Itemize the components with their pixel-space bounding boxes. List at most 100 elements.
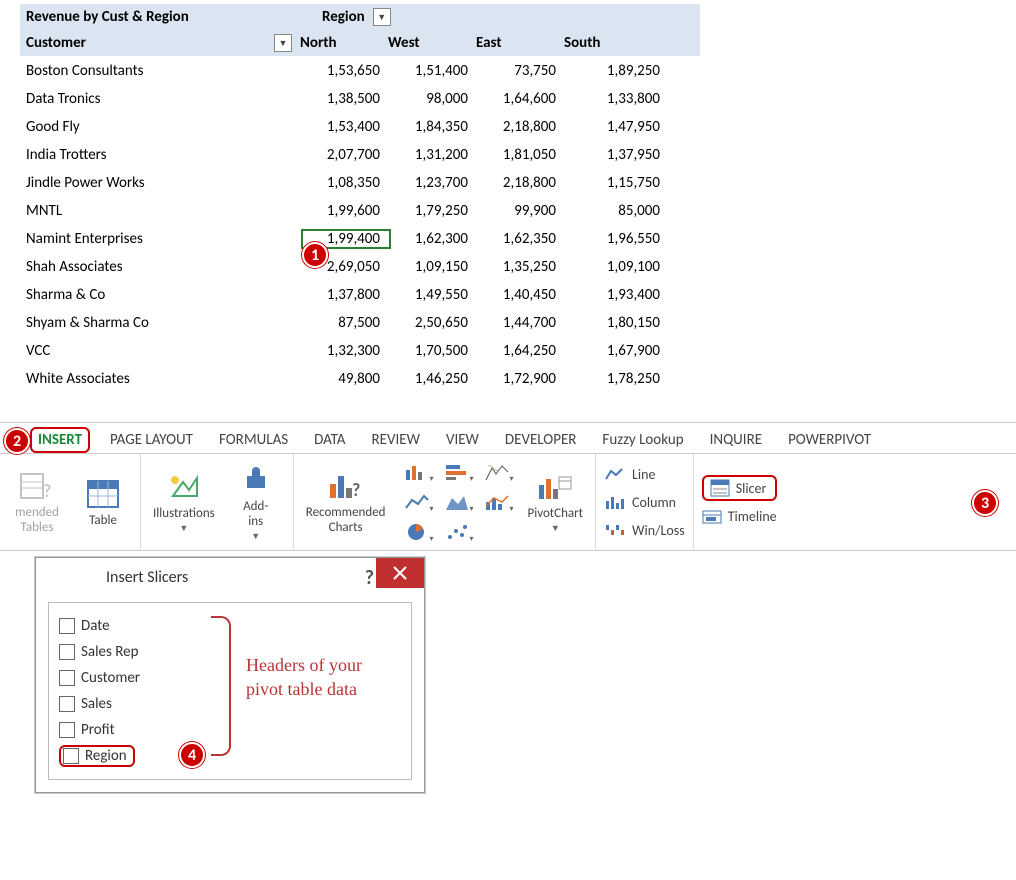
data-cell[interactable]: 1,40,450 xyxy=(478,286,566,304)
tab-fuzzy-lookup[interactable]: Fuzzy Lookup xyxy=(596,427,689,453)
chart-scatter-icon[interactable]: ▾ xyxy=(438,518,476,546)
data-cell[interactable]: 2,18,800 xyxy=(478,174,566,192)
data-cell[interactable]: 49,800 xyxy=(302,370,390,388)
customer-cell[interactable]: India Trotters xyxy=(20,146,302,164)
data-cell[interactable]: 1,96,550 xyxy=(566,230,666,248)
tab-data[interactable]: DATA xyxy=(308,427,351,453)
data-cell[interactable]: 2,18,800 xyxy=(478,118,566,136)
customer-cell[interactable]: Jindle Power Works xyxy=(20,174,302,192)
tab-developer[interactable]: DEVELOPER xyxy=(499,427,583,453)
data-cell[interactable]: 1,51,400 xyxy=(390,62,478,80)
customer-cell[interactable]: Good Fly xyxy=(20,118,302,136)
data-cell[interactable]: 1,46,250 xyxy=(390,370,478,388)
checkbox[interactable] xyxy=(59,696,75,712)
dialog-close-button[interactable] xyxy=(376,558,424,588)
slicer-button[interactable]: Slicer xyxy=(702,475,777,501)
tab-powerpivot[interactable]: POWERPIVOT xyxy=(782,427,877,453)
dialog-help-icon[interactable]: ? xyxy=(365,566,374,590)
data-cell[interactable]: 87,500 xyxy=(302,314,390,332)
data-cell[interactable]: 1,99,600 xyxy=(302,202,390,220)
data-cell[interactable]: 1,35,250 xyxy=(478,258,566,276)
data-cell[interactable]: 85,000 xyxy=(566,202,666,220)
data-cell[interactable]: 1,72,900 xyxy=(478,370,566,388)
chart-bar-icon[interactable]: ▾ xyxy=(438,458,476,486)
chart-launcher-icon[interactable] xyxy=(478,518,516,546)
data-cell[interactable]: 1,79,250 xyxy=(390,202,478,220)
chart-area-icon[interactable]: ▾ xyxy=(438,488,476,516)
data-cell[interactable]: 1,53,650 xyxy=(302,62,390,80)
data-cell[interactable]: 99,900 xyxy=(478,202,566,220)
checkbox[interactable] xyxy=(59,618,75,634)
data-cell[interactable]: 1,32,300 xyxy=(302,342,390,360)
sparkline-column[interactable]: Column xyxy=(604,489,685,515)
customer-cell[interactable]: Namint Enterprises xyxy=(20,230,302,248)
data-cell[interactable]: 1,78,250 xyxy=(566,370,666,388)
data-cell[interactable]: 1,67,900 xyxy=(566,342,666,360)
tab-view[interactable]: VIEW xyxy=(440,427,485,453)
data-cell[interactable]: 73,750 xyxy=(478,62,566,80)
table-button[interactable]: Table xyxy=(74,459,132,545)
data-cell[interactable]: 1,93,400 xyxy=(566,286,666,304)
tab-review[interactable]: REVIEW xyxy=(366,427,426,453)
customer-dropdown[interactable]: ▼ xyxy=(274,34,292,52)
sparkline-line[interactable]: Line xyxy=(604,461,685,487)
data-cell[interactable]: 1,62,300 xyxy=(390,230,478,248)
data-cell[interactable]: 1,89,250 xyxy=(566,62,666,80)
addins-button[interactable]: Add- ins ▼ xyxy=(227,459,285,545)
customer-cell[interactable]: Boston Consultants xyxy=(20,62,302,80)
chart-column-icon[interactable]: ▾ xyxy=(398,458,436,486)
customer-cell[interactable]: MNTL xyxy=(20,202,302,220)
tab-inquire[interactable]: INQUIRE xyxy=(704,427,768,453)
customer-cell[interactable]: Shyam & Sharma Co xyxy=(20,314,302,332)
data-cell[interactable]: 1,37,800 xyxy=(302,286,390,304)
sparkline-winloss[interactable]: Win/Loss xyxy=(604,517,685,543)
data-cell[interactable]: 1,47,950 xyxy=(566,118,666,136)
data-cell[interactable]: 1,64,600 xyxy=(478,90,566,108)
data-cell[interactable]: 2,50,650 xyxy=(390,314,478,332)
data-cell[interactable]: 1,80,150 xyxy=(566,314,666,332)
tab-formulas[interactable]: FORMULAS xyxy=(213,427,294,453)
customer-cell[interactable]: White Associates xyxy=(20,370,302,388)
illustrations-button[interactable]: Illustrations ▼ xyxy=(149,459,219,545)
data-cell[interactable]: 1,49,550 xyxy=(390,286,478,304)
customer-cell[interactable]: VCC xyxy=(20,342,302,360)
data-cell[interactable]: 1,44,700 xyxy=(478,314,566,332)
timeline-button[interactable]: Timeline xyxy=(702,503,777,529)
data-cell[interactable]: 1,08,350 xyxy=(302,174,390,192)
data-cell[interactable]: 1,62,350 xyxy=(478,230,566,248)
tab-page-layout[interactable]: PAGE LAYOUT xyxy=(104,427,199,453)
data-cell[interactable]: 1,38,500 xyxy=(302,90,390,108)
data-cell[interactable]: 1,09,100 xyxy=(566,258,666,276)
data-cell[interactable]: 1,81,050 xyxy=(478,146,566,164)
column-header-south[interactable]: South xyxy=(560,34,660,52)
region-dropdown[interactable]: ▼ xyxy=(373,8,391,26)
pivotchart-button[interactable]: PivotChart ▼ xyxy=(524,459,588,545)
data-cell[interactable]: 1,09,150 xyxy=(390,258,478,276)
data-cell[interactable]: 1,33,800 xyxy=(566,90,666,108)
column-header-west[interactable]: West xyxy=(384,34,472,52)
data-cell[interactable]: 1,15,750 xyxy=(566,174,666,192)
tab-insert[interactable]: INSERT xyxy=(30,427,90,453)
chart-line-icon[interactable]: ▾ xyxy=(398,488,436,516)
customer-cell[interactable]: Data Tronics xyxy=(20,90,302,108)
column-header-east[interactable]: East xyxy=(472,34,560,52)
data-cell[interactable]: 98,000 xyxy=(390,90,478,108)
checkbox[interactable] xyxy=(59,644,75,660)
chart-stock-icon[interactable]: ▾ xyxy=(478,458,516,486)
chart-combo-icon[interactable]: ▾ xyxy=(478,488,516,516)
data-cell[interactable]: 1,23,700 xyxy=(390,174,478,192)
chart-pie-icon[interactable]: ▾ xyxy=(398,518,436,546)
checkbox[interactable] xyxy=(59,722,75,738)
column-header-north[interactable]: North xyxy=(296,34,384,52)
data-cell[interactable]: 1,37,950 xyxy=(566,146,666,164)
data-cell[interactable]: 1,31,200 xyxy=(390,146,478,164)
checkbox[interactable] xyxy=(63,748,79,764)
data-cell[interactable]: 1,53,400 xyxy=(302,118,390,136)
data-cell[interactable]: 1,70,500 xyxy=(390,342,478,360)
customer-cell[interactable]: Shah Associates xyxy=(20,258,302,276)
data-cell[interactable]: 2,07,700 xyxy=(302,146,390,164)
data-cell[interactable]: 1,64,250 xyxy=(478,342,566,360)
data-cell[interactable]: 1,84,350 xyxy=(390,118,478,136)
customer-cell[interactable]: Sharma & Co xyxy=(20,286,302,304)
checkbox[interactable] xyxy=(59,670,75,686)
